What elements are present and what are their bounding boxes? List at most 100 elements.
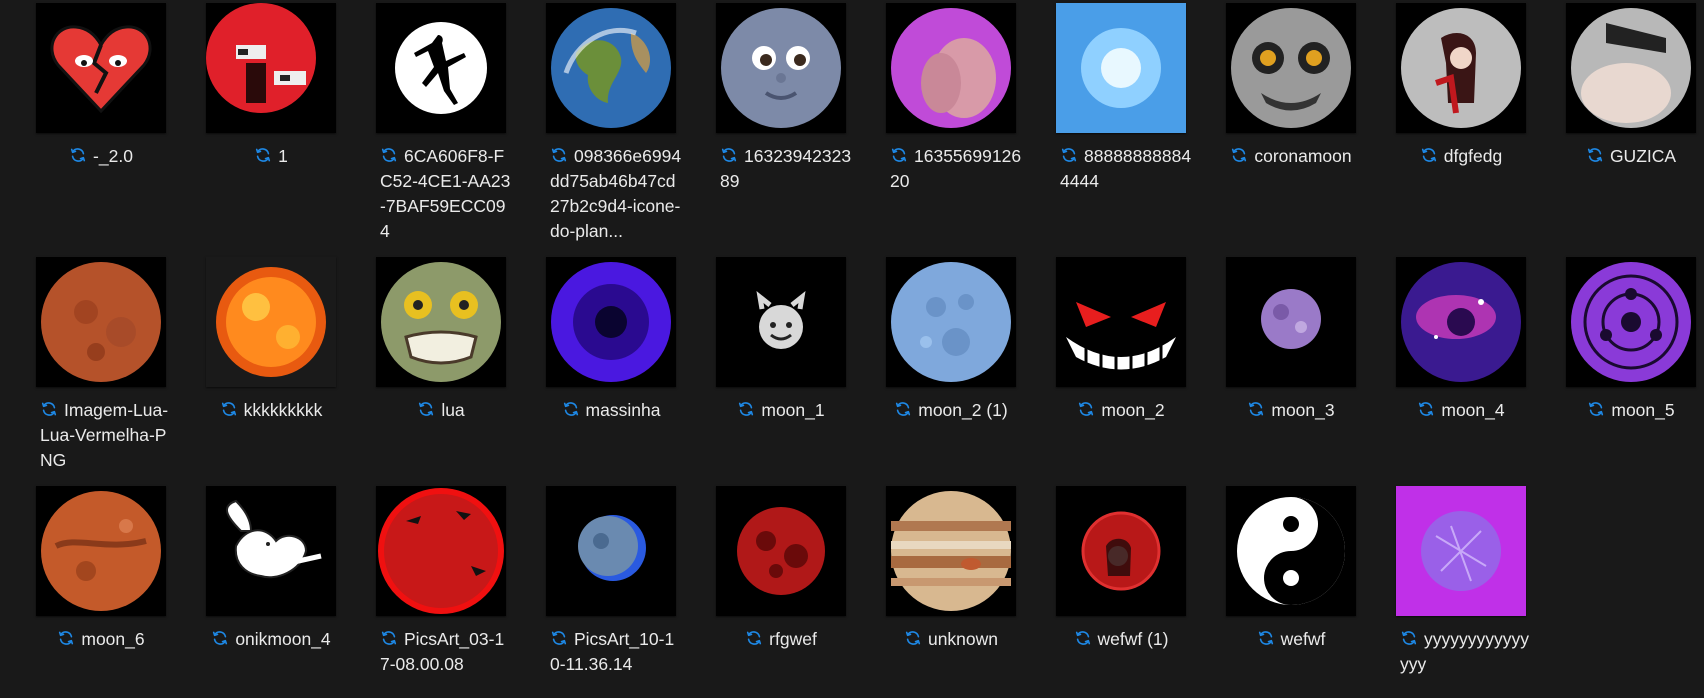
file-grid: -_2.0 1 6CA606F8-FC52-4CE1-AA23-7BAF59ECC0… — [0, 0, 1704, 698]
file-label[interactable]: moon_2 — [1030, 398, 1212, 423]
sync-icon — [550, 629, 568, 647]
file-label[interactable]: moon_3 — [1200, 398, 1382, 423]
file-label[interactable]: moon_1 — [690, 398, 872, 423]
file-label[interactable]: lua — [350, 398, 532, 423]
file-thumbnail[interactable] — [36, 486, 166, 616]
file-label[interactable]: unknown — [860, 627, 1042, 652]
file-thumbnail[interactable] — [376, 3, 506, 133]
file-thumbnail[interactable] — [1226, 486, 1356, 616]
mars-image — [36, 486, 166, 616]
sync-icon — [550, 146, 568, 164]
file-thumbnail[interactable] — [1056, 257, 1186, 387]
file-name: 6CA606F8-FC52-4CE1-AA23-7BAF59ECC094 — [380, 146, 511, 241]
file-thumbnail[interactable] — [1056, 3, 1186, 133]
file-label[interactable]: 1632394232389 — [720, 144, 852, 194]
cupid-image — [206, 486, 336, 616]
file-thumbnail[interactable] — [1226, 3, 1356, 133]
file-name: PicsArt_10-10-11.36.14 — [550, 629, 675, 674]
earth-image — [546, 3, 676, 133]
sync-icon — [380, 629, 398, 647]
file-thumbnail[interactable] — [1396, 257, 1526, 387]
file-label[interactable]: wefwf — [1200, 627, 1382, 652]
jupiter-image — [886, 486, 1016, 616]
file-label[interactable]: -_2.0 — [10, 144, 192, 169]
red-moon-girl-image — [1056, 486, 1186, 616]
file-label[interactable]: moon_4 — [1370, 398, 1552, 423]
file-name: 1 — [278, 146, 288, 166]
file-thumbnail[interactable] — [36, 3, 166, 133]
file-name: lua — [441, 400, 465, 420]
sync-icon — [904, 629, 922, 647]
file-label[interactable]: 1 — [180, 144, 362, 169]
file-label[interactable]: wefwf (1) — [1030, 627, 1212, 652]
file-label[interactable]: moon_5 — [1540, 398, 1704, 423]
sync-icon — [1586, 146, 1604, 164]
blue-energy-image — [1056, 3, 1186, 133]
file-thumbnail[interactable] — [1566, 257, 1696, 387]
file-label[interactable]: moon_6 — [10, 627, 192, 652]
file-label[interactable]: GUZICA — [1540, 144, 1704, 169]
sync-icon — [562, 400, 580, 418]
file-name: rfgwef — [769, 629, 817, 649]
file-thumbnail[interactable] — [546, 257, 676, 387]
file-label[interactable]: massinha — [520, 398, 702, 423]
file-name: moon_2 (1) — [918, 400, 1008, 420]
file-thumbnail[interactable] — [886, 486, 1016, 616]
red-eyes-grin-image — [1056, 257, 1186, 387]
file-name: PicsArt_03-17-08.00.08 — [380, 629, 505, 674]
devil-emoji-image — [716, 257, 846, 387]
jumpman-logo-image — [376, 3, 506, 133]
sync-icon — [890, 146, 908, 164]
file-label[interactable]: kkkkkkkkk — [180, 398, 362, 423]
file-name: coronamoon — [1254, 146, 1352, 166]
sync-icon — [417, 400, 435, 418]
file-thumbnail[interactable] — [206, 257, 336, 387]
file-thumbnail[interactable] — [36, 257, 166, 387]
file-name: 888888888844444 — [1060, 146, 1192, 191]
file-label[interactable]: Imagem-Lua-Lua-Vermelha-PNG — [40, 398, 172, 473]
file-thumbnail[interactable] — [1226, 257, 1356, 387]
file-thumbnail[interactable] — [206, 486, 336, 616]
file-label[interactable]: coronamoon — [1200, 144, 1382, 169]
sync-icon — [1257, 629, 1275, 647]
file-thumbnail[interactable] — [886, 257, 1016, 387]
file-thumbnail[interactable] — [1396, 486, 1526, 616]
file-thumbnail[interactable] — [546, 486, 676, 616]
file-label[interactable]: rfgwef — [690, 627, 872, 652]
file-label[interactable]: PicsArt_10-10-11.36.14 — [550, 627, 682, 677]
file-label[interactable]: 6CA606F8-FC52-4CE1-AA23-7BAF59ECC094 — [380, 144, 512, 244]
file-thumbnail[interactable] — [716, 3, 846, 133]
file-label[interactable]: yyyyyyyyyyyyyyy — [1400, 627, 1532, 677]
file-thumbnail[interactable] — [886, 3, 1016, 133]
file-thumbnail[interactable] — [716, 486, 846, 616]
red-moon-image — [36, 257, 166, 387]
file-name: onikmoon_4 — [235, 629, 331, 649]
file-label[interactable]: PicsArt_03-17-08.00.08 — [380, 627, 512, 677]
file-label[interactable]: 098366e6994dd75ab46b47cd27b2c9d4-icone-d… — [550, 144, 682, 244]
file-label[interactable]: moon_2 (1) — [860, 398, 1042, 423]
sync-icon — [254, 146, 272, 164]
yin-yang-image — [1226, 486, 1356, 616]
file-thumbnail[interactable] — [376, 486, 506, 616]
file-thumbnail[interactable] — [376, 257, 506, 387]
file-thumbnail[interactable] — [1396, 3, 1526, 133]
grey-moon-face-image — [1226, 3, 1356, 133]
file-label[interactable]: dfgfedg — [1370, 144, 1552, 169]
sync-icon — [40, 400, 58, 418]
file-thumbnail[interactable] — [716, 257, 846, 387]
file-name: moon_4 — [1441, 400, 1505, 420]
file-thumbnail[interactable] — [1566, 3, 1696, 133]
sync-icon — [1417, 400, 1435, 418]
sync-icon — [1230, 146, 1248, 164]
file-thumbnail[interactable] — [206, 3, 336, 133]
file-name: wefwf — [1280, 629, 1326, 649]
file-thumbnail[interactable] — [1056, 486, 1186, 616]
file-thumbnail[interactable] — [546, 3, 676, 133]
file-label[interactable]: 1635569912620 — [890, 144, 1022, 194]
purple-disc-image — [886, 3, 1016, 133]
file-name: 1635569912620 — [890, 146, 1022, 191]
sync-icon — [1077, 400, 1095, 418]
file-label[interactable]: 888888888844444 — [1060, 144, 1192, 194]
file-label[interactable]: onikmoon_4 — [180, 627, 362, 652]
dark-red-moon-image — [716, 486, 846, 616]
